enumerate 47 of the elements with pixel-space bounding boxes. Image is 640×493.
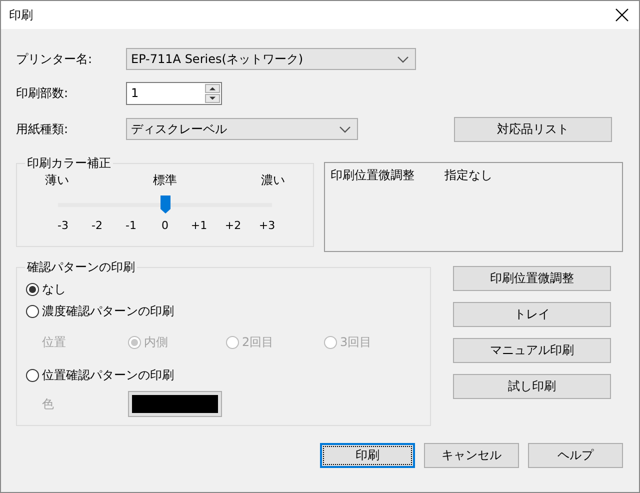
radio-label: 2回目 [242, 334, 274, 350]
tick-label: +3 [258, 219, 276, 232]
copies-spinner[interactable]: 1 [126, 82, 222, 104]
field-label: 色 [42, 396, 55, 412]
dialog-button[interactable]: キャンセル [424, 443, 519, 468]
radio-button[interactable] [26, 368, 39, 382]
field-label: 位置 [42, 334, 67, 350]
info-label: 印刷位置微調整 [330, 167, 414, 184]
scale-label: 標準 [153, 172, 177, 189]
printer-dropdown[interactable]: EP-711A Series(ネットワーク) [126, 48, 416, 70]
side-button[interactable]: マニュアル印刷 [453, 338, 611, 363]
side-button[interactable]: トレイ [453, 302, 611, 327]
dialog-button[interactable]: 印刷 [320, 443, 415, 468]
dropdown-value: EP-711A Series(ネットワーク) [131, 50, 304, 68]
side-button[interactable]: 試し印刷 [453, 374, 611, 399]
radio-label: 3回目 [340, 334, 372, 350]
group-title: 確認パターンの印刷 [26, 259, 136, 276]
color-button[interactable] [128, 391, 222, 417]
group-title: 印刷カラー補正 [26, 155, 112, 172]
paper-type-dropdown[interactable]: ディスクレーベル [126, 118, 358, 140]
field-label: 用紙種類: [16, 120, 70, 138]
info-value: 指定なし [444, 167, 492, 184]
radio-button[interactable] [26, 282, 39, 296]
radio-label: なし [42, 280, 66, 298]
radio-button[interactable] [26, 304, 39, 318]
chevron-down-icon [339, 126, 351, 132]
dialog-button[interactable]: ヘルプ [528, 443, 623, 468]
compat-list-button[interactable]: 対応品リスト [454, 116, 612, 142]
radio-label: 内側 [144, 334, 168, 350]
field-label: 印刷部数: [16, 84, 70, 102]
chevron-down-icon [397, 56, 409, 62]
scale-label: 薄い [45, 172, 69, 189]
slider-thumb[interactable] [160, 195, 170, 214]
side-button[interactable]: 印刷位置微調整 [453, 266, 611, 291]
dropdown-value: ディスクレーベル [131, 120, 227, 138]
tick-label: 0 [162, 219, 168, 232]
radio-label: 濃度確認パターンの印刷 [42, 302, 174, 320]
radio-label: 位置確認パターンの印刷 [42, 366, 174, 384]
close-icon[interactable] [615, 8, 629, 22]
scale-label: 濃い [261, 172, 285, 189]
tick-label: +1 [190, 219, 208, 232]
tick-label: -2 [92, 219, 102, 232]
tick-label: -1 [126, 219, 136, 232]
window-title: 印刷 [9, 6, 33, 24]
tick-label: +2 [224, 219, 242, 232]
field-label: プリンター名: [16, 50, 94, 68]
tick-label: -3 [58, 219, 68, 232]
